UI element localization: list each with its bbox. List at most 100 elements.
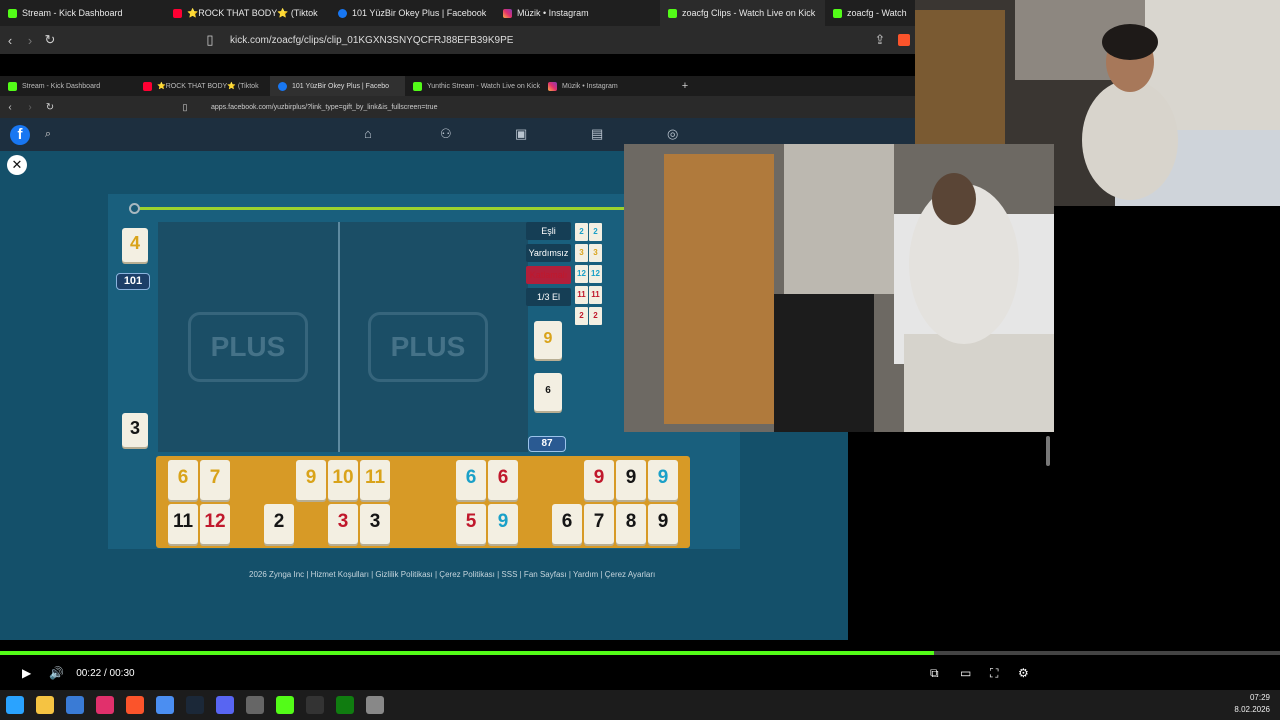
discord-icon[interactable] bbox=[216, 696, 234, 714]
tab-label: Müzik • Instagram bbox=[517, 8, 589, 18]
pip-icon[interactable]: ⧉ bbox=[930, 666, 939, 681]
scroll-track[interactable] bbox=[848, 432, 1054, 640]
video-progress-bar[interactable] bbox=[0, 651, 1280, 655]
app-icon[interactable] bbox=[66, 696, 84, 714]
footer-links[interactable]: 2026 Zynga Inc | Hizmet Koşulları | Gizl… bbox=[249, 570, 655, 579]
volume-icon[interactable]: 🔊 bbox=[49, 666, 64, 680]
rack-tile[interactable]: 11 bbox=[360, 460, 390, 500]
tab-label: Stream - Kick Dashboard bbox=[22, 82, 101, 90]
left-top-tile[interactable]: 4 bbox=[122, 228, 148, 262]
fullscreen-icon[interactable]: ⛶ bbox=[990, 666, 998, 681]
windows-start-icon[interactable] bbox=[6, 696, 24, 714]
outer-url[interactable]: kick.com/zoacfg/clips/clip_01KGXN3SNYQCF… bbox=[230, 35, 513, 46]
rack-tile[interactable]: 7 bbox=[200, 460, 230, 500]
rack-tile[interactable]: 2 bbox=[264, 504, 294, 544]
outer-tab-instagram[interactable]: Müzik • Instagram bbox=[495, 0, 660, 26]
inner-tab-tiktok[interactable]: ⭐ROCK THAT BODY⭐ (Tiktok bbox=[135, 76, 270, 96]
reload-icon[interactable]: ↻ bbox=[40, 102, 60, 113]
inner-tab-yunthic[interactable]: Yunthic Stream - Watch Live on Kick bbox=[405, 76, 540, 96]
rack-tile[interactable]: 9 bbox=[648, 504, 678, 544]
brave-shield-icon[interactable] bbox=[898, 34, 910, 46]
mini-tile: 11 bbox=[589, 286, 602, 304]
rack-tile[interactable]: 3 bbox=[328, 504, 358, 544]
inner-tab-facebook[interactable]: 101 YüzBir Okey Plus | Facebo bbox=[270, 76, 405, 96]
rack-tile[interactable]: 6 bbox=[456, 460, 486, 500]
share-icon[interactable]: ⇪ bbox=[870, 32, 890, 48]
mini-tile: 2 bbox=[575, 307, 588, 325]
rack-tile[interactable]: 8 bbox=[616, 504, 646, 544]
rack-tile[interactable]: 9 bbox=[296, 460, 326, 500]
home-icon[interactable]: ⌂ bbox=[364, 126, 372, 141]
rack-tile[interactable]: 9 bbox=[616, 460, 646, 500]
facebook-icon bbox=[338, 8, 347, 18]
app-icon[interactable] bbox=[366, 696, 384, 714]
tab-label: 101 YüzBir Okey Plus | Facebook bbox=[352, 8, 487, 18]
brave-icon[interactable] bbox=[126, 696, 144, 714]
outer-tab-facebook[interactable]: 101 YüzBir Okey Plus | Facebook bbox=[330, 0, 495, 26]
file-explorer-icon[interactable] bbox=[36, 696, 54, 714]
rack-tile[interactable]: 12 bbox=[200, 504, 230, 544]
app-icon[interactable] bbox=[156, 696, 174, 714]
indicator-grid: 22 33 12 12 11 11 22 bbox=[575, 223, 603, 328]
inner-url[interactable]: apps.facebook.com/yuzbirplus/?link_type=… bbox=[211, 104, 437, 111]
app-icon[interactable] bbox=[246, 696, 264, 714]
app-icon[interactable] bbox=[276, 696, 294, 714]
left-bottom-tile[interactable]: 3 bbox=[122, 413, 148, 447]
app-icon[interactable] bbox=[96, 696, 114, 714]
friends-icon[interactable]: ⚇ bbox=[440, 126, 452, 142]
rack-tile[interactable]: 9 bbox=[584, 460, 614, 500]
forward-arrow-icon[interactable]: › bbox=[20, 102, 40, 113]
mini-tile: 3 bbox=[575, 244, 588, 262]
back-arrow-icon[interactable]: ‹ bbox=[0, 33, 20, 48]
outer-tab-tiktok[interactable]: ⭐ROCK THAT BODY⭐ (Tiktok bbox=[165, 0, 330, 26]
rack-tile[interactable]: 9 bbox=[488, 504, 518, 544]
marketplace-icon[interactable]: ▤ bbox=[591, 126, 603, 142]
outer-tab-zoacfg-clips[interactable]: zoacfg Clips - Watch Live on Kick bbox=[660, 0, 825, 26]
facebook-logo-icon[interactable]: f bbox=[10, 124, 30, 145]
deck-tile[interactable]: 6 bbox=[534, 373, 562, 411]
rack-tile[interactable]: 3 bbox=[360, 504, 390, 544]
mode-yardimsiz: Yardımsız bbox=[526, 244, 571, 262]
search-icon[interactable]: ⌕ bbox=[38, 128, 58, 141]
rack-tile[interactable]: 6 bbox=[552, 504, 582, 544]
rack-tile[interactable]: 6 bbox=[168, 460, 198, 500]
reload-icon[interactable]: ↻ bbox=[40, 32, 60, 48]
groups-icon[interactable]: ◎ bbox=[667, 126, 678, 142]
webcam-large-image bbox=[624, 144, 1054, 432]
bookmark-icon[interactable]: ▯ bbox=[200, 32, 220, 48]
scrollbar-thumb[interactable] bbox=[1046, 436, 1050, 466]
bookmark-icon[interactable]: ▯ bbox=[175, 102, 195, 113]
kick-icon bbox=[8, 81, 17, 91]
settings-icon[interactable]: ⚙ bbox=[1018, 666, 1029, 680]
theater-icon[interactable]: ▭ bbox=[960, 666, 971, 680]
inner-tab-instagram[interactable]: Müzik • Instagram bbox=[540, 76, 675, 96]
inner-tab-kick-dashboard[interactable]: Stream - Kick Dashboard bbox=[0, 76, 135, 96]
outer-tab-zoacfg-watch[interactable]: zoacfg - Watch bbox=[825, 0, 915, 26]
capture-gap bbox=[0, 54, 915, 76]
close-icon[interactable]: ✕ bbox=[7, 155, 27, 175]
rack-tile[interactable]: 9 bbox=[648, 460, 678, 500]
new-tab-icon[interactable]: + bbox=[675, 80, 695, 92]
rack-tile[interactable]: 5 bbox=[456, 504, 486, 544]
rack-tile[interactable]: 7 bbox=[584, 504, 614, 544]
kick-icon bbox=[668, 8, 677, 18]
tab-label: Yunthic Stream - Watch Live on Kick bbox=[427, 82, 540, 90]
system-clock[interactable]: 07:29 8.02.2026 bbox=[1234, 692, 1270, 716]
xbox-icon[interactable] bbox=[336, 696, 354, 714]
mode-katlamali: Katlamalı bbox=[526, 266, 571, 284]
mini-tile: 2 bbox=[589, 223, 602, 241]
rack-tile[interactable]: 10 bbox=[328, 460, 358, 500]
inner-tab-strip: Stream - Kick Dashboard ⭐ROCK THAT BODY⭐… bbox=[0, 76, 915, 96]
youtube-icon bbox=[173, 8, 182, 18]
rack-tile[interactable]: 11 bbox=[168, 504, 198, 544]
steam-icon[interactable] bbox=[186, 696, 204, 714]
play-icon[interactable]: ▶ bbox=[22, 666, 31, 680]
mode-esli: Eşli bbox=[526, 222, 571, 240]
forward-arrow-icon[interactable]: › bbox=[20, 33, 40, 48]
outer-address-bar: ‹ › ↻ ▯ kick.com/zoacfg/clips/clip_01KGX… bbox=[0, 26, 915, 54]
back-arrow-icon[interactable]: ‹ bbox=[0, 102, 20, 113]
epic-games-icon[interactable] bbox=[306, 696, 324, 714]
rack-tile[interactable]: 6 bbox=[488, 460, 518, 500]
outer-tab-kick-dashboard[interactable]: Stream - Kick Dashboard bbox=[0, 0, 165, 26]
video-icon[interactable]: ▣ bbox=[515, 126, 527, 142]
